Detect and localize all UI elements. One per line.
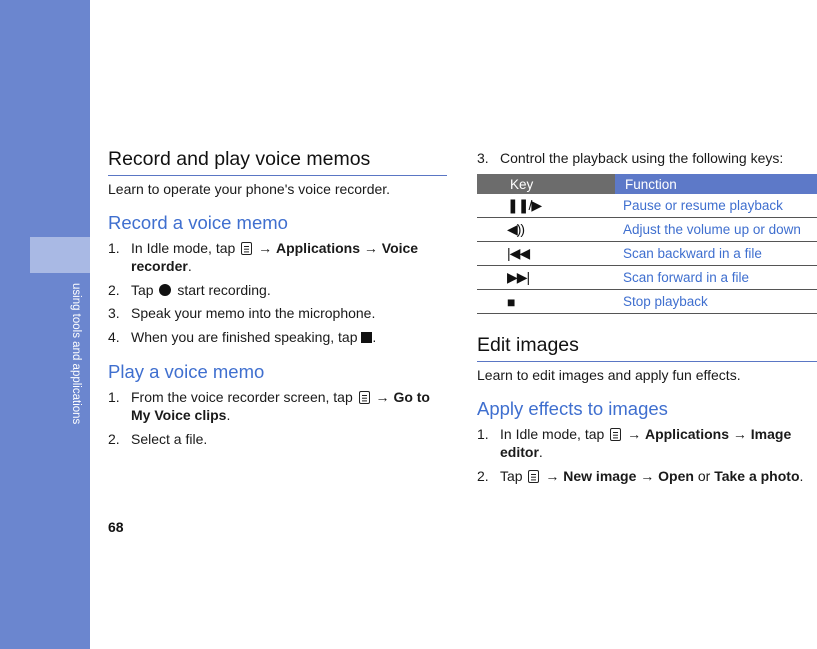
sidebar: using tools and applications [0,0,90,649]
scan-backward-icon: |◀◀ [507,245,530,261]
left-column: Record and play voice memos Learn to ope… [108,147,447,448]
table-row: |◀◀ Scan backward in a file [477,241,817,266]
stop-icon [361,332,373,343]
list-item: 4. When you are finished speaking, tap . [108,329,377,345]
menu-icon [610,428,622,441]
list-item: 3. Control the playback using the follow… [477,150,784,166]
sidebar-tab-marker [30,237,90,273]
table-row: ■ Stop playback [477,289,817,314]
list-item: 2. Select a file. [108,431,208,447]
stop-icon: ■ [507,293,516,310]
menu-icon [358,391,370,404]
play-steps-list: 1. From the voice recorder screen, tap →… [108,388,447,448]
record-icon [159,284,172,296]
section-title-edit-images: Edit images [477,333,817,362]
table-header-row: Key Function [477,174,817,194]
list-item: 1. In Idle mode, tap → Applications → Vo… [108,240,419,274]
column-header-function: Function [615,174,817,194]
right-column: 3. Control the playback using the follow… [477,147,817,485]
list-item: 2. Tap start recording. [108,282,271,298]
edit-steps-list: 1. In Idle mode, tap → Applications → Im… [477,425,817,485]
menu-icon [241,242,253,255]
volume-icon: ◀)) [507,221,525,237]
scan-forward-icon: ▶▶| [507,269,530,285]
menu-icon [528,470,540,483]
subheading-record: Record a voice memo [108,212,288,233]
record-steps-list: 1. In Idle mode, tap → Applications → Vo… [108,239,447,346]
subheading-play: Play a voice memo [108,361,265,382]
list-item: 1. From the voice recorder screen, tap →… [108,389,430,423]
section-title-record-play: Record and play voice memos [108,147,447,176]
table-row: ◀)) Adjust the volume up or down [477,217,817,242]
column-header-key: Key [477,174,615,194]
control-step: 3. Control the playback using the follow… [477,149,817,167]
playback-keys-table: Key Function ❚❚/▶ Pause or resume playba… [477,174,817,314]
subheading-apply-effects: Apply effects to images [477,398,668,419]
sidebar-chapter-label: using tools and applications [70,283,82,425]
list-item: 2. Tap → New image → Open or Take a phot… [477,468,804,484]
list-item: 3. Speak your memo into the microphone. [108,305,376,321]
table-row: ▶▶| Scan forward in a file [477,265,817,290]
table-row: ❚❚/▶ Pause or resume playback [477,194,817,218]
list-item: 1. In Idle mode, tap → Applications → Im… [477,426,792,460]
pause-play-icon: ❚❚/▶ [507,197,542,213]
section-intro: Learn to operate your phone's voice reco… [108,181,391,197]
section-intro: Learn to edit images and apply fun effec… [477,367,741,383]
page-number: 68 [108,519,124,535]
